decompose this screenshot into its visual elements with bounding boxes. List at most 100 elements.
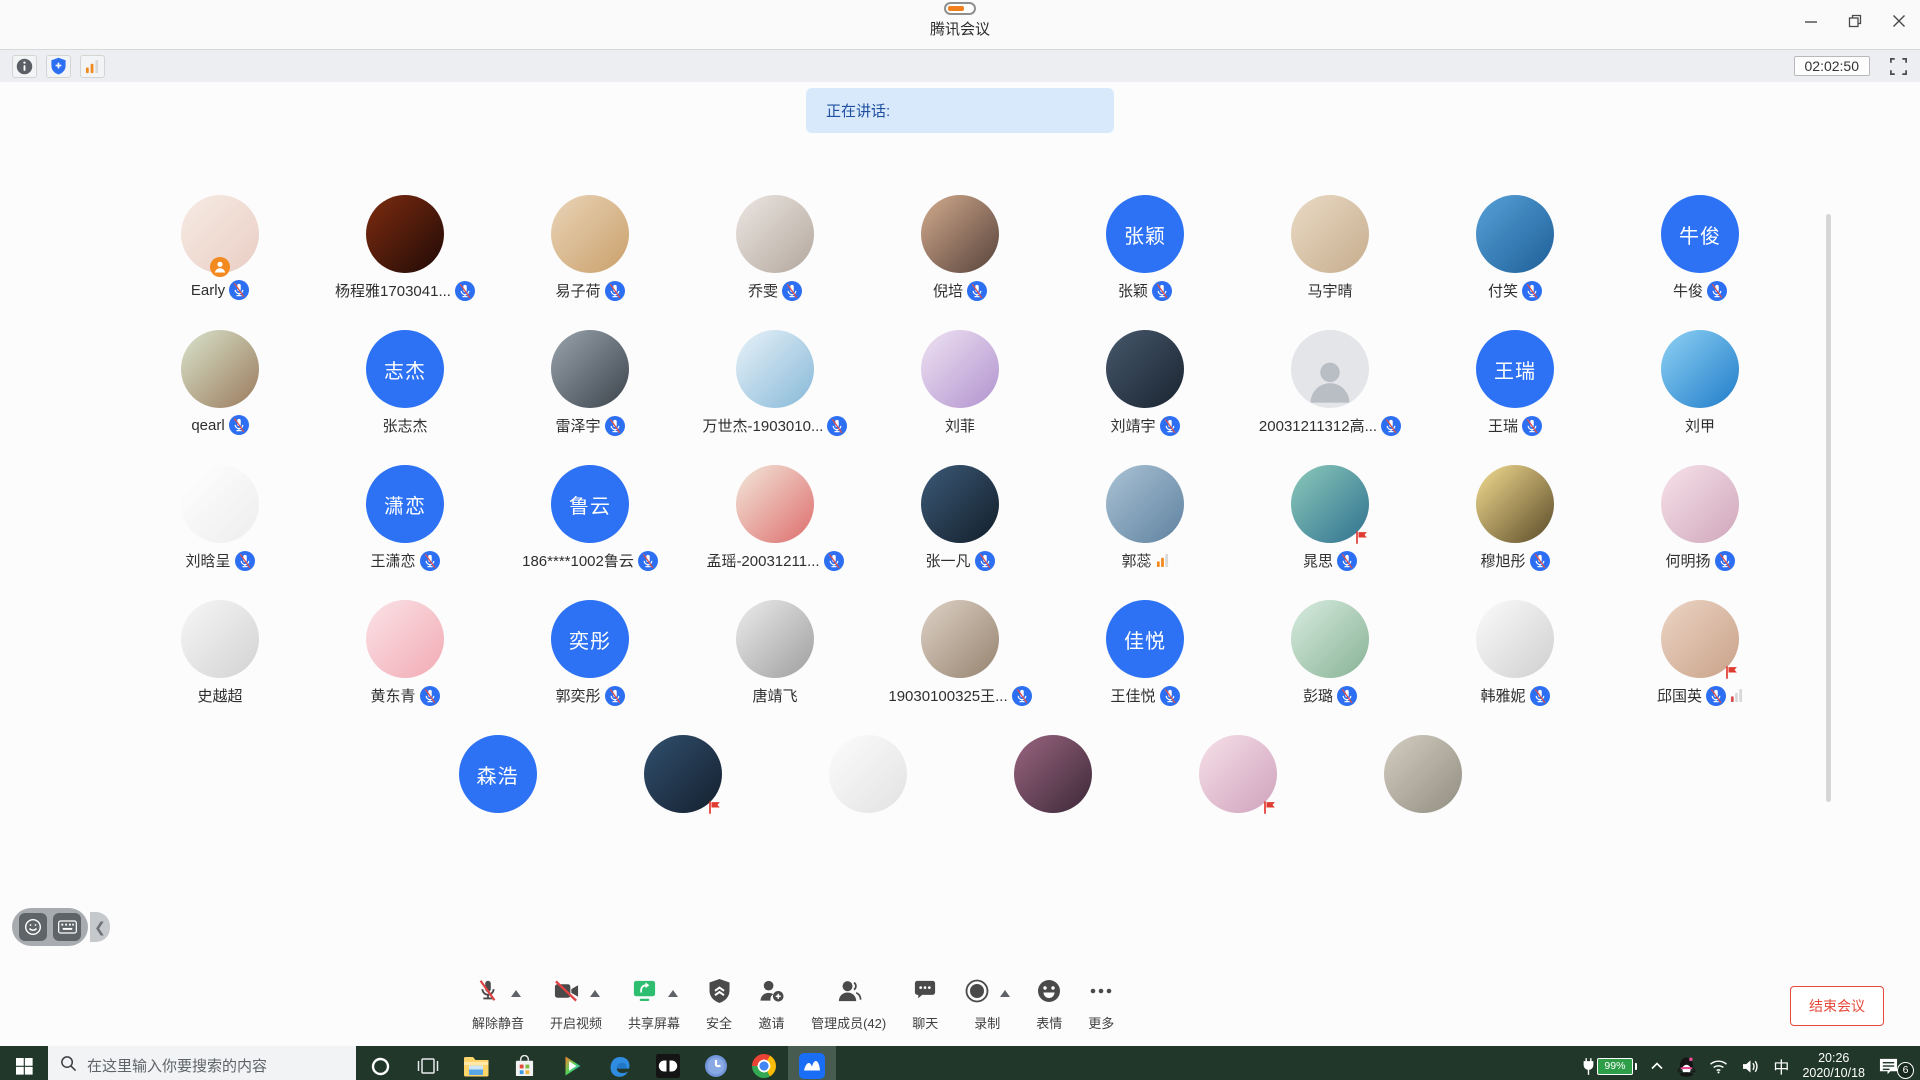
caret-up-icon[interactable] — [511, 990, 521, 997]
participant-tile[interactable]: 何明扬 — [1608, 465, 1793, 600]
signal-bars-icon — [1730, 688, 1743, 703]
muted-mic-icon — [1337, 686, 1357, 706]
taskbar-app-dolby[interactable] — [644, 1046, 692, 1080]
caret-up-icon[interactable] — [590, 990, 600, 997]
participant-tile[interactable]: 牛俊牛俊 — [1608, 195, 1793, 330]
participant-tile[interactable]: 黄东青 — [313, 600, 498, 735]
participant-row: 刘晗呈潇恋王潇恋鲁云186****1002鲁云孟瑶-20031211...张一凡… — [0, 465, 1920, 600]
participant-tile[interactable]: 唐靖飞 — [683, 600, 868, 735]
participant-tile[interactable]: 杨程雅1703041... — [313, 195, 498, 330]
participant-tile[interactable]: 万世杰-1903010... — [683, 330, 868, 465]
end-meeting-button[interactable]: 结束会议 — [1790, 986, 1884, 1026]
participant-tile[interactable] — [960, 735, 1145, 870]
taskbar-app-cortana[interactable] — [356, 1046, 404, 1080]
participant-tile[interactable]: 付笑 — [1423, 195, 1608, 330]
taskbar-app-clock-app[interactable] — [692, 1046, 740, 1080]
toolbar-emoji-button[interactable]: 表情 — [1036, 978, 1062, 1032]
meeting-main-area: 正在讲话: Early杨程雅1703041...易子荷乔雯倪培张颖张颖马宇晴付笑… — [0, 88, 1920, 1046]
taskbar-app-tencent-video[interactable] — [548, 1046, 596, 1080]
participant-tile[interactable]: 彭璐 — [1238, 600, 1423, 735]
participant-tile[interactable]: 志杰张志杰 — [313, 330, 498, 465]
participant-tile[interactable]: 潇恋王潇恋 — [313, 465, 498, 600]
tray-chevron-up-icon[interactable] — [1650, 1061, 1664, 1071]
taskbar-app-task-view[interactable] — [404, 1046, 452, 1080]
participant-name: 20031211312高... — [1259, 415, 1377, 436]
participant-tile[interactable]: 刘晗呈 — [128, 465, 313, 600]
toolbar-invite-button[interactable]: 邀请 — [758, 978, 785, 1032]
participant-tile[interactable]: 王瑞王瑞 — [1423, 330, 1608, 465]
search-input[interactable] — [87, 1058, 337, 1075]
keyboard-panel-button[interactable] — [53, 913, 81, 941]
fullscreen-icon[interactable] — [1889, 57, 1908, 76]
participant-tile[interactable]: 张一凡 — [868, 465, 1053, 600]
participant-tile[interactable]: 雷泽宇 — [498, 330, 683, 465]
participant-tile[interactable]: 刘靖宇 — [1053, 330, 1238, 465]
participant-tile[interactable]: 佳悦王佳悦 — [1053, 600, 1238, 735]
qq-tray-icon[interactable] — [1677, 1056, 1696, 1077]
network-signal-icon[interactable] — [80, 55, 105, 78]
toolbar-mic-muted-button[interactable]: 解除静音 — [472, 978, 524, 1032]
caret-up-icon[interactable] — [668, 990, 678, 997]
toolbar-shield-button[interactable]: 安全 — [706, 978, 732, 1032]
toolbar-camera-muted-button[interactable]: 开启视频 — [550, 978, 602, 1032]
toolbar-more-button[interactable]: 更多 — [1088, 978, 1114, 1032]
participant-tile[interactable]: 刘菲 — [868, 330, 1053, 465]
participant-tile[interactable]: 马宇晴 — [1238, 195, 1423, 330]
taskbar-clock[interactable]: 20:26 2020/10/18 — [1802, 1051, 1865, 1080]
shield-plus-icon[interactable] — [46, 55, 71, 78]
restore-button[interactable] — [1848, 14, 1862, 28]
meeting-info-icon[interactable] — [12, 55, 37, 78]
power-battery-indicator[interactable]: 99% — [1582, 1057, 1638, 1076]
notification-count-badge: 6 — [1897, 1062, 1914, 1079]
participant-tile[interactable]: 刘甲 — [1608, 330, 1793, 465]
participant-tile[interactable]: 倪培 — [868, 195, 1053, 330]
participant-tile[interactable]: 史越超 — [128, 600, 313, 735]
participant-tile[interactable]: 鲁云186****1002鲁云 — [498, 465, 683, 600]
participant-tile[interactable]: 易子荷 — [498, 195, 683, 330]
participant-tile[interactable]: 晁思 — [1238, 465, 1423, 600]
participant-tile[interactable]: qearl — [128, 330, 313, 465]
muted-mic-icon — [229, 280, 249, 300]
participant-tile[interactable]: 20031211312高... — [1238, 330, 1423, 465]
participant-avatar — [1661, 330, 1739, 408]
participant-tile[interactable]: Early — [128, 195, 313, 330]
taskbar-app-tencent-meeting[interactable] — [788, 1046, 836, 1080]
toolbar-members-button[interactable]: 管理成员(42) — [811, 978, 886, 1032]
taskbar-app-edge[interactable] — [596, 1046, 644, 1080]
toolbar-record-button[interactable]: 录制 — [964, 978, 1010, 1032]
participant-tile[interactable]: 森浩 — [405, 735, 590, 870]
participant-tile[interactable] — [590, 735, 775, 870]
action-center-icon[interactable]: 6 — [1878, 1057, 1908, 1076]
participant-tile[interactable]: 19030100325王... — [868, 600, 1053, 735]
minimize-button[interactable] — [1804, 14, 1818, 28]
participant-tile[interactable] — [1145, 735, 1330, 870]
file-explorer-icon — [463, 1056, 489, 1077]
caret-up-icon[interactable] — [1000, 990, 1010, 997]
participant-tile[interactable]: 张颖张颖 — [1053, 195, 1238, 330]
participant-tile[interactable]: 奕彤郭奕彤 — [498, 600, 683, 735]
collapse-panel-chevron-icon[interactable]: ❮ — [90, 912, 110, 942]
participant-tile[interactable]: 孟瑶-20031211... — [683, 465, 868, 600]
participant-tile[interactable]: 郭蕊 — [1053, 465, 1238, 600]
participant-name: 乔雯 — [748, 280, 778, 301]
participant-tile[interactable] — [1330, 735, 1515, 870]
volume-icon[interactable] — [1741, 1059, 1760, 1074]
taskbar-app-file-explorer[interactable] — [452, 1046, 500, 1080]
toolbar-chat-button[interactable]: 聊天 — [912, 978, 938, 1032]
taskbar-app-chrome[interactable] — [740, 1046, 788, 1080]
participant-tile[interactable]: 邱国英 — [1608, 600, 1793, 735]
participant-tile[interactable]: 乔雯 — [683, 195, 868, 330]
toolbar-share-screen-button[interactable]: 共享屏幕 — [628, 978, 680, 1032]
taskbar-search-box[interactable] — [48, 1046, 356, 1080]
wifi-icon[interactable] — [1709, 1059, 1728, 1074]
close-button[interactable] — [1892, 14, 1906, 28]
participant-tile[interactable]: 穆旭彤 — [1423, 465, 1608, 600]
muted-mic-icon — [1715, 551, 1735, 571]
participant-tile[interactable]: 韩雅妮 — [1423, 600, 1608, 735]
taskbar-app-store[interactable] — [500, 1046, 548, 1080]
emoji-reaction-button[interactable] — [19, 913, 47, 941]
ime-indicator[interactable]: 中 — [1773, 1054, 1789, 1078]
participant-tile[interactable] — [775, 735, 960, 870]
vertical-scrollbar[interactable] — [1826, 214, 1831, 802]
start-button[interactable] — [0, 1046, 48, 1080]
